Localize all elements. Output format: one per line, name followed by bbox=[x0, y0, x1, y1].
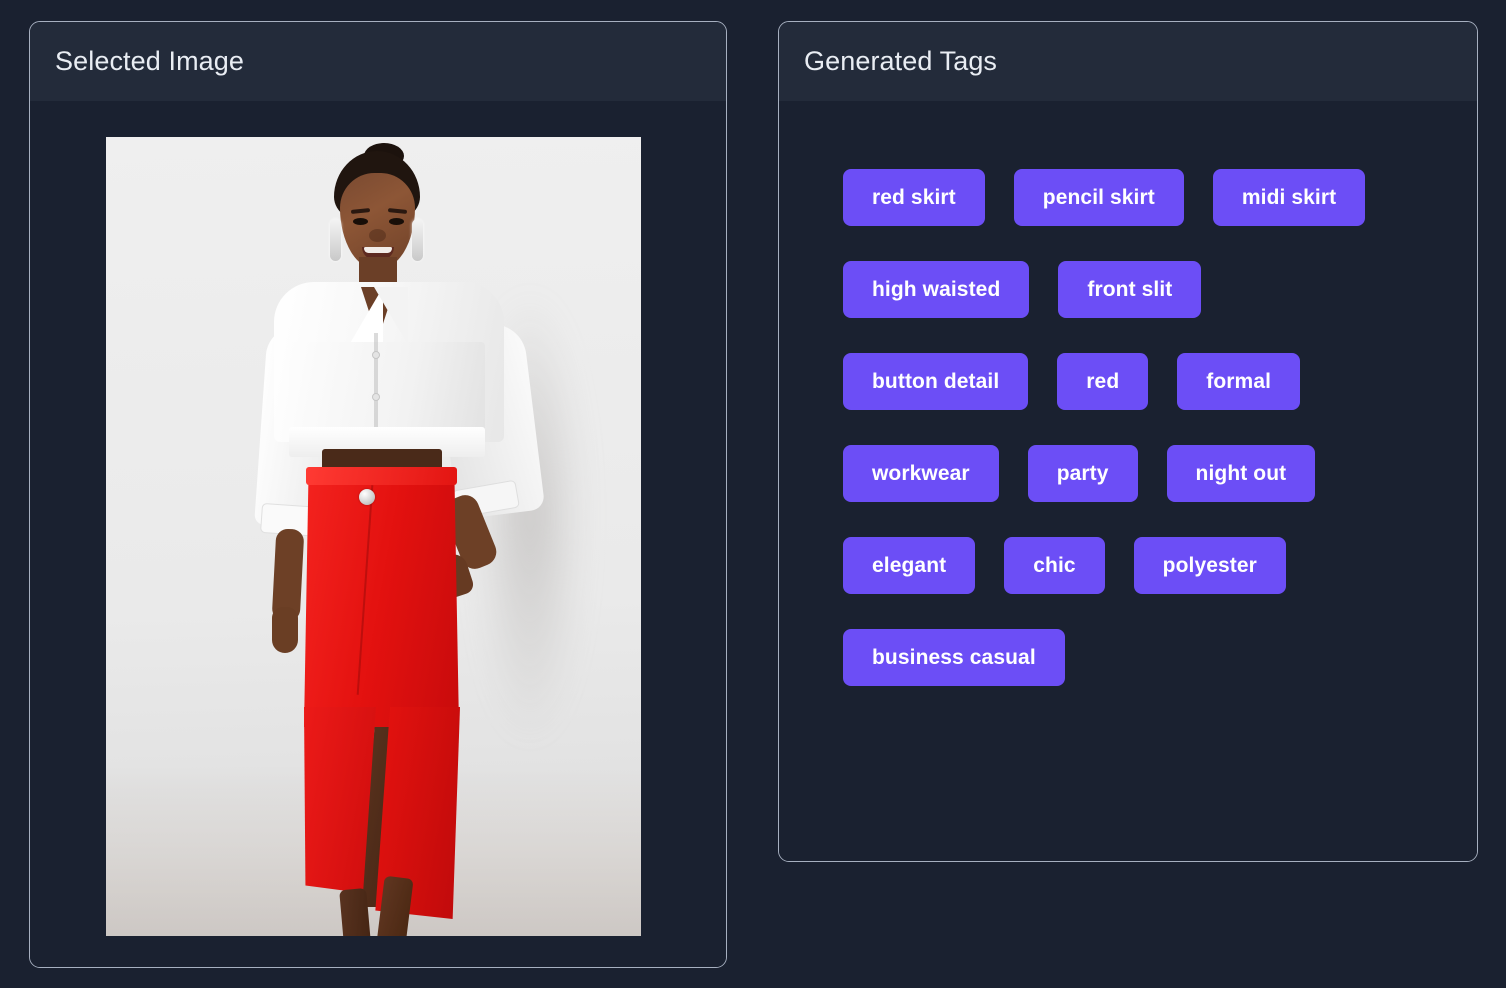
tags-panel-title: Generated Tags bbox=[804, 46, 998, 76]
generated-tags-panel-body: red skirt pencil skirt midi skirt high wais… bbox=[779, 101, 1477, 861]
model-eye-right bbox=[389, 218, 404, 225]
tag-pill[interactable]: party bbox=[1027, 445, 1138, 502]
tag-pill[interactable]: midi skirt bbox=[1212, 169, 1366, 226]
generated-tags-panel: Generated Tags red skirt pencil skirt midi… bbox=[778, 21, 1478, 862]
earring-right bbox=[412, 219, 423, 261]
model-figure bbox=[106, 137, 641, 936]
earring-left bbox=[330, 219, 341, 261]
shirt-collar-right bbox=[374, 287, 408, 345]
shirt-button-top bbox=[372, 351, 380, 359]
model-eye-left bbox=[353, 218, 368, 225]
red-skirt-waistband bbox=[306, 467, 457, 485]
tag-pill[interactable]: red bbox=[1057, 353, 1149, 410]
tag-list: red skirt pencil skirt midi skirt high wais… bbox=[843, 169, 1403, 686]
tag-pill[interactable]: business casual bbox=[843, 629, 1065, 686]
tag-pill[interactable]: elegant bbox=[843, 537, 976, 594]
model-teeth bbox=[364, 247, 392, 253]
selected-image-panel-body bbox=[30, 101, 726, 967]
skirt-button-detail bbox=[359, 489, 375, 505]
tag-pill[interactable]: formal bbox=[1177, 353, 1301, 410]
tag-pill[interactable]: pencil skirt bbox=[1013, 169, 1184, 226]
model-nose bbox=[369, 229, 386, 242]
selected-image-thumbnail[interactable] bbox=[106, 137, 641, 936]
tag-pill[interactable]: button detail bbox=[843, 353, 1029, 410]
selected-image-panel: Selected Image bbox=[29, 21, 727, 968]
product-photo bbox=[106, 137, 641, 936]
tag-pill[interactable]: high waisted bbox=[843, 261, 1030, 318]
red-skirt-upper bbox=[304, 467, 459, 727]
tag-pill[interactable]: red skirt bbox=[843, 169, 985, 226]
page-title: Selected Image bbox=[55, 46, 245, 76]
tag-pill[interactable]: polyester bbox=[1133, 537, 1286, 594]
tag-pill[interactable]: night out bbox=[1166, 445, 1316, 502]
shirt-button-bottom bbox=[372, 393, 380, 401]
tag-pill[interactable]: front slit bbox=[1058, 261, 1202, 318]
generated-tags-panel-header: Generated Tags bbox=[779, 22, 1477, 101]
model-hand-left bbox=[272, 607, 298, 653]
selected-image-panel-header: Selected Image bbox=[30, 22, 726, 101]
tag-pill[interactable]: chic bbox=[1004, 537, 1105, 594]
tag-pill[interactable]: workwear bbox=[843, 445, 999, 502]
app-root: Selected Image Generated Tags red skirt … bbox=[0, 0, 1506, 988]
